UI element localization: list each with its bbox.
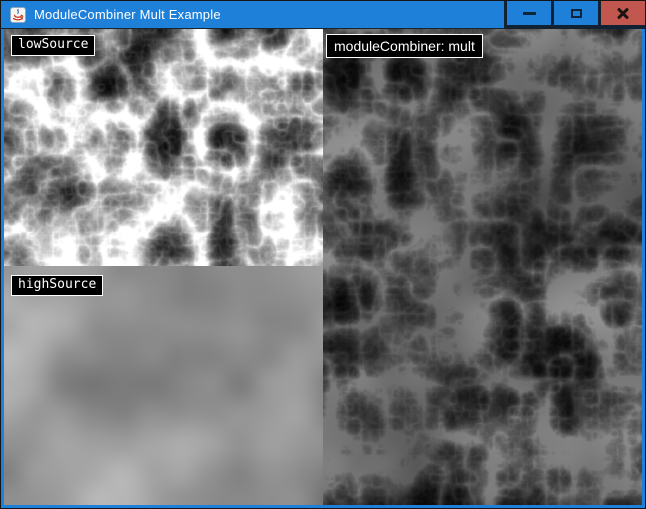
mult-label: moduleCombiner: mult <box>326 34 483 58</box>
maximize-button[interactable] <box>551 1 598 29</box>
app-window: ModuleCombiner Mult Example lowSource hi… <box>0 0 646 509</box>
lowsource-label: lowSource <box>11 35 95 56</box>
window-title: ModuleCombiner Mult Example <box>34 7 221 22</box>
minimize-button[interactable] <box>504 1 551 29</box>
left-column: lowSource highSource <box>4 29 323 505</box>
close-button[interactable] <box>598 1 645 29</box>
panel-mult: moduleCombiner: mult <box>323 29 642 505</box>
highsource-texture <box>4 266 323 505</box>
minimize-icon <box>523 12 536 15</box>
render-area: lowSource highSource moduleCombiner: mul… <box>1 29 645 508</box>
panel-highsource: highSource <box>4 266 323 505</box>
panel-lowsource: lowSource <box>4 29 323 266</box>
lowsource-texture <box>4 29 323 266</box>
window-controls <box>504 1 645 29</box>
titlebar[interactable]: ModuleCombiner Mult Example <box>1 1 645 29</box>
mult-texture <box>323 29 642 505</box>
close-icon <box>616 6 630 20</box>
maximize-icon <box>571 9 582 18</box>
highsource-label: highSource <box>11 275 103 296</box>
java-app-icon[interactable] <box>10 7 26 23</box>
